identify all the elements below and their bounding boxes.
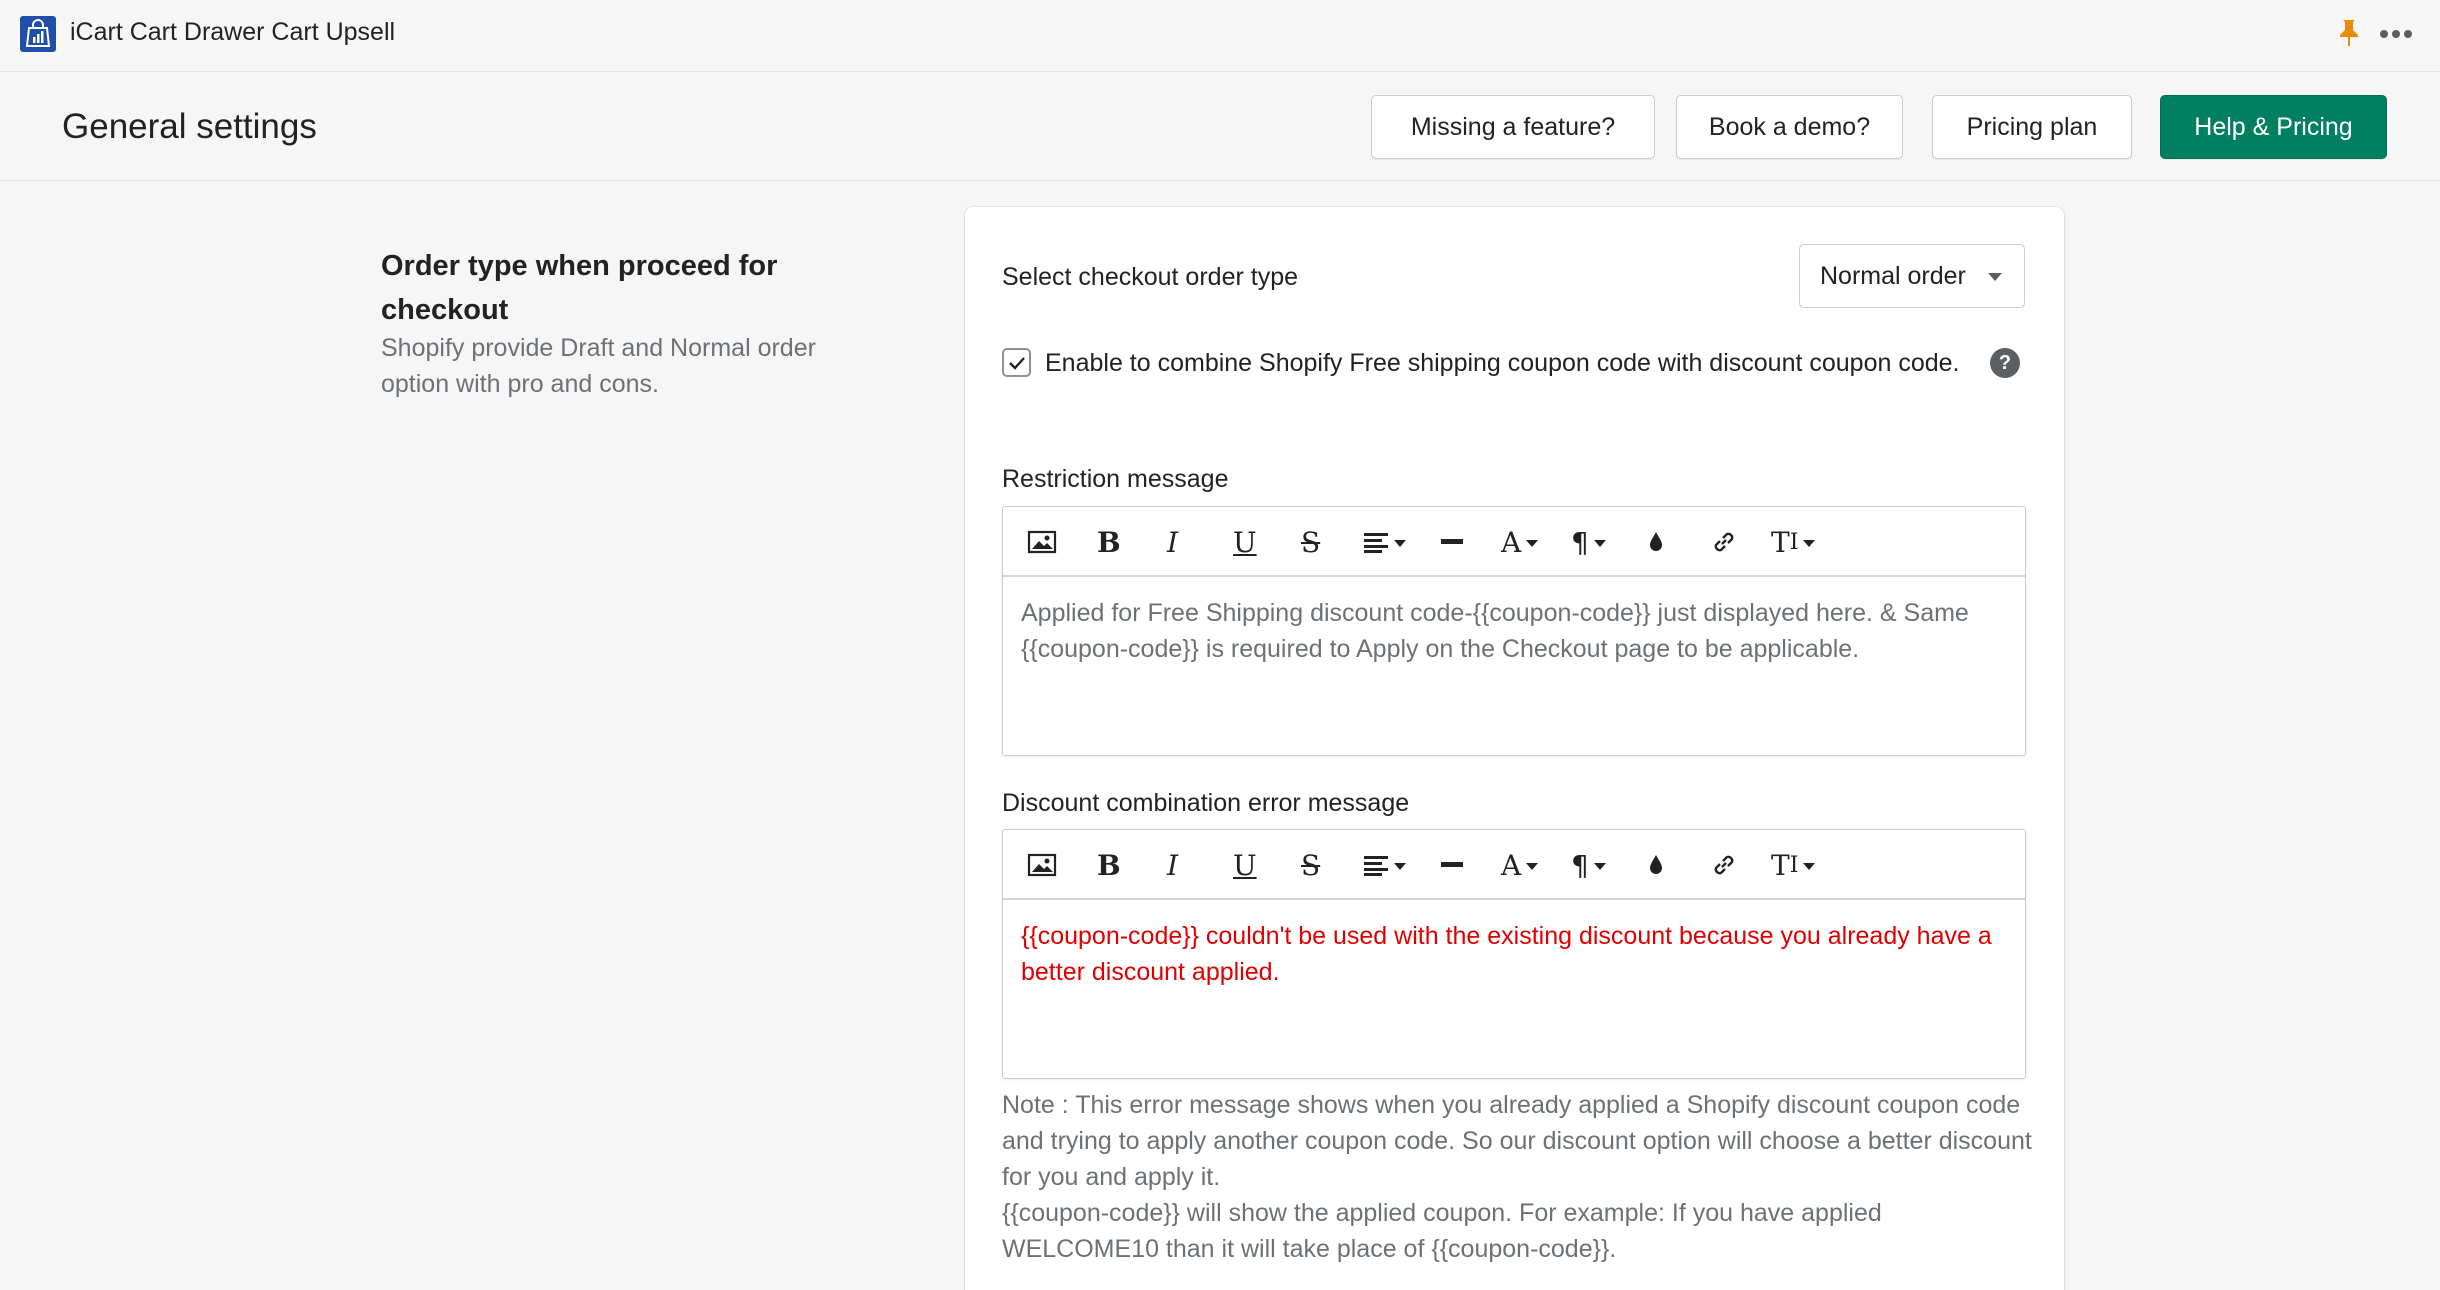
help-pricing-button[interactable]: Help & Pricing [2160, 95, 2387, 159]
shopping-bag-chart-icon [20, 16, 56, 52]
text-color-icon[interactable] [1647, 847, 1665, 883]
combine-coupon-label: Enable to combine Shopify Free shipping … [1045, 349, 1960, 377]
strikethrough-icon[interactable]: S [1301, 524, 1320, 560]
help-question-icon[interactable]: ? [1990, 348, 2020, 378]
align-icon[interactable] [1363, 524, 1406, 560]
page-title: General settings [62, 107, 317, 146]
note-line-2: {{coupon-code}} will show the applied co… [1002, 1199, 1882, 1263]
align-icon[interactable] [1363, 847, 1406, 883]
bold-icon[interactable]: B [1097, 847, 1121, 883]
link-icon[interactable] [1711, 524, 1737, 560]
restriction-message-label: Restriction message [1002, 465, 1229, 493]
image-icon[interactable] [1027, 524, 1057, 560]
font-size-icon[interactable]: A [1501, 847, 1539, 883]
link-icon[interactable] [1711, 847, 1737, 883]
settings-card: Select checkout order type Normal order … [965, 207, 2064, 1290]
paragraph-icon[interactable]: ¶ [1571, 847, 1606, 883]
checkmark-icon [1009, 357, 1025, 370]
restriction-message-editor: B I U S A ¶ TI Applied for Free Shipping… [1002, 506, 2026, 756]
strikethrough-icon[interactable]: S [1301, 847, 1320, 883]
italic-icon[interactable]: I [1167, 524, 1178, 560]
horizontal-rule-icon[interactable] [1441, 524, 1463, 560]
section-description: Shopify provide Draft and Normal order o… [381, 334, 816, 398]
discount-note: Note : This error message shows when you… [1002, 1087, 2032, 1267]
missing-feature-button[interactable]: Missing a feature? [1371, 95, 1655, 159]
more-horizontal-icon[interactable] [2376, 22, 2416, 46]
font-size-icon[interactable]: A [1501, 524, 1539, 560]
restriction-message-content[interactable]: Applied for Free Shipping discount code-… [1021, 595, 2011, 667]
discount-error-editor: B I U S A ¶ TI {{coupon-code}} couldn't … [1002, 829, 2026, 1079]
image-icon[interactable] [1027, 847, 1057, 883]
order-type-label: Select checkout order type [1002, 263, 1298, 291]
chevron-down-icon [1988, 273, 2002, 281]
underline-icon[interactable]: U [1233, 847, 1257, 883]
text-color-icon[interactable] [1647, 524, 1665, 560]
clear-format-icon[interactable]: TI [1771, 847, 1816, 883]
editor-toolbar: B I U S A ¶ TI [1003, 830, 2025, 900]
bold-icon[interactable]: B [1097, 524, 1121, 560]
pricing-plan-button[interactable]: Pricing plan [1932, 95, 2132, 159]
app-title: iCart Cart Drawer Cart Upsell [70, 18, 396, 46]
page-header: General settings Missing a feature? Book… [0, 73, 2440, 181]
book-demo-button[interactable]: Book a demo? [1676, 95, 1903, 159]
order-type-select[interactable]: Normal order [1799, 244, 2025, 308]
discount-error-label: Discount combination error message [1002, 789, 1410, 817]
order-type-value: Normal order [1820, 261, 1966, 290]
app-bar: iCart Cart Drawer Cart Upsell [0, 0, 2440, 72]
paragraph-icon[interactable]: ¶ [1571, 524, 1606, 560]
underline-icon[interactable]: U [1233, 524, 1257, 560]
pin-icon[interactable] [2336, 18, 2362, 48]
horizontal-rule-icon[interactable] [1441, 847, 1463, 883]
italic-icon[interactable]: I [1167, 847, 1178, 883]
discount-error-content[interactable]: {{coupon-code}} couldn't be used with th… [1021, 918, 2011, 990]
combine-coupon-checkbox[interactable] [1002, 348, 1031, 377]
note-line-1: Note : This error message shows when you… [1002, 1091, 2032, 1191]
clear-format-icon[interactable]: TI [1771, 524, 1816, 560]
editor-toolbar: B I U S A ¶ TI [1003, 507, 2025, 577]
section-title: Order type when proceed for checkout [381, 250, 778, 326]
